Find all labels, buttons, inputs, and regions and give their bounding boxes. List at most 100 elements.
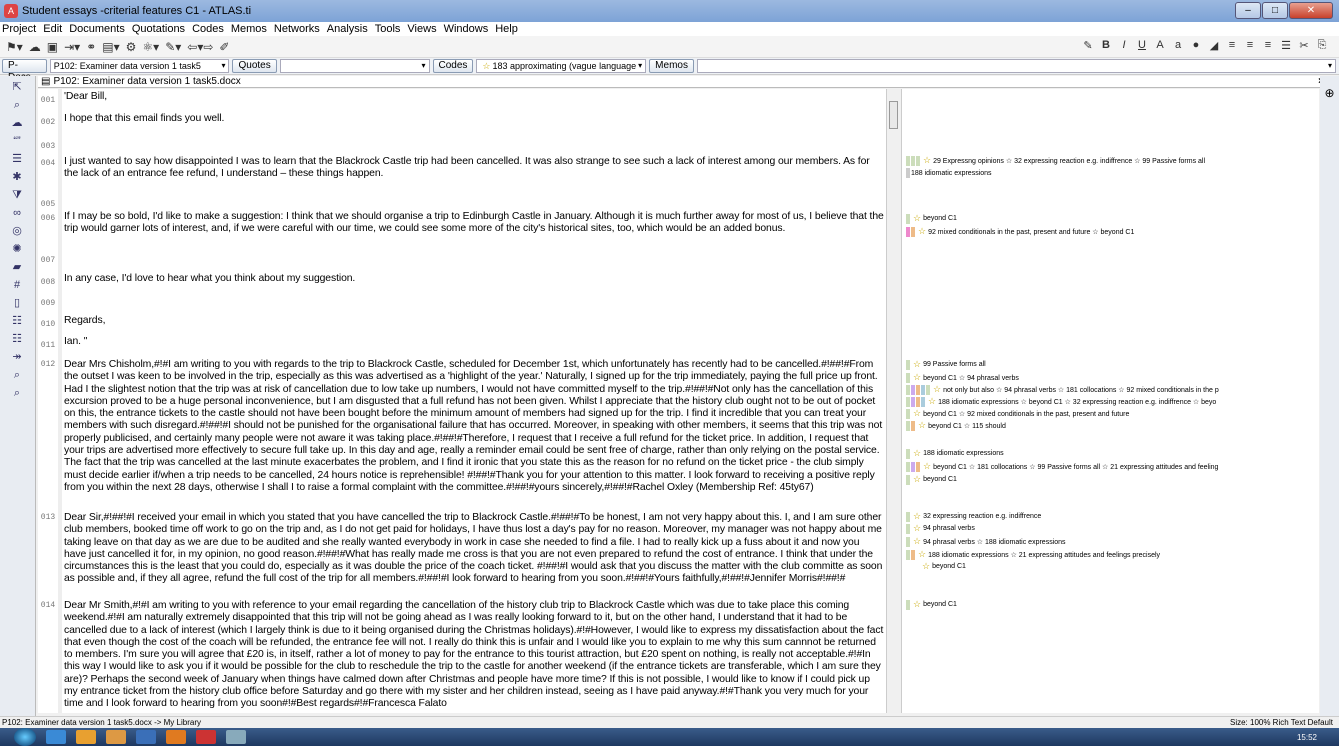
menu-quotations[interactable]: Quotations <box>132 23 185 35</box>
powerpoint-taskbar-icon[interactable] <box>166 730 186 744</box>
minimize-button[interactable]: – <box>1235 2 1261 19</box>
code-in-vivo-icon[interactable]: ✱ <box>10 170 24 184</box>
pdocs-button[interactable]: P-Docs <box>2 59 47 83</box>
brush-icon[interactable]: ✐ <box>219 40 229 54</box>
document-scrollbar[interactable] <box>886 89 900 713</box>
nav-arrows-icon[interactable]: ⇦▾⇨ <box>187 40 213 54</box>
code-label[interactable]: 188 idiomatic expressions <box>906 168 992 178</box>
code-label[interactable]: ☆ 29 Expressng opinions ☆ 32 expressing r… <box>906 155 1205 166</box>
arrow-icon[interactable]: ↠ <box>10 350 24 364</box>
zoom-in-icon[interactable]: ⌕ <box>10 368 24 382</box>
pen-icon[interactable]: ✎▾ <box>165 40 181 54</box>
code-label[interactable]: ☆ 32 expressing reaction e.g. indiffrence <box>906 511 1041 522</box>
code-label[interactable]: ☆ 188 idiomatic expressions ☆ 21 expressi… <box>906 549 1160 560</box>
menu-windows[interactable]: Windows <box>444 23 489 35</box>
highlight-icon[interactable]: ◢ <box>1205 39 1223 52</box>
underline-icon[interactable]: U <box>1133 39 1151 52</box>
code-label[interactable]: ☆ 94 phrasal verbs ☆ 188 idiomatic expres… <box>906 536 1066 547</box>
menu-help[interactable]: Help <box>495 23 518 35</box>
pdoc-dropdown[interactable]: P102: Examiner data version 1 task5 ▾ <box>49 59 230 73</box>
list-view-icon[interactable]: ☷ <box>10 314 24 328</box>
cut-icon[interactable]: ✂ <box>1295 39 1313 52</box>
code-dropdown[interactable]: ☆ 183 approximating (vague language ▾ <box>476 59 647 73</box>
new-code-icon[interactable]: ⚑▾ <box>6 40 23 54</box>
network-icon[interactable]: ⚛▾ <box>142 40 159 54</box>
code-label[interactable]: ☆ beyond C1 ☆ 181 collocations ☆ 99 Passi… <box>906 461 1218 472</box>
code-list-icon[interactable]: ☰ <box>10 152 24 166</box>
italic-icon[interactable]: I <box>1115 39 1133 52</box>
gear-icon[interactable]: ✺ <box>10 242 24 256</box>
code-label[interactable]: ☆ beyond C1 ☆ 115 should <box>906 420 1006 431</box>
pen-format-icon[interactable]: ✎ <box>1079 39 1097 52</box>
maximize-button[interactable]: □ <box>1262 2 1288 19</box>
code-label[interactable]: ☆ beyond C1 ☆ 92 mixed conditionals in th… <box>906 408 1129 419</box>
align-center-icon[interactable]: ≡ <box>1241 39 1259 52</box>
codes-button[interactable]: Codes <box>432 59 474 73</box>
page-icon[interactable]: ▯ <box>10 296 24 310</box>
chrome-taskbar-icon[interactable] <box>106 730 126 744</box>
app-taskbar-icon[interactable] <box>226 730 246 744</box>
scrollbar-thumb[interactable] <box>889 101 898 129</box>
zoom-out-icon[interactable]: ⌕ <box>10 386 24 400</box>
align-right-icon[interactable]: ≡ <box>1259 39 1277 52</box>
menu-edit[interactable]: Edit <box>43 23 62 35</box>
code-label[interactable]: ☆ beyond C1 <box>906 213 957 224</box>
code-label[interactable]: ☆ beyond C1 <box>906 599 957 610</box>
font-size-up-icon[interactable]: A <box>1151 39 1169 52</box>
menu-analysis[interactable]: Analysis <box>327 23 368 35</box>
menu-networks[interactable]: Networks <box>274 23 320 35</box>
document-view[interactable]: 001 'Dear Bill, 002 I hope that this email… <box>38 89 886 713</box>
font-size-down-icon[interactable]: a <box>1169 39 1187 52</box>
comment-icon[interactable]: ☁ <box>29 40 41 54</box>
flag-icon[interactable]: ▰ <box>10 260 24 274</box>
code-label[interactable]: ☆ beyond C1 ☆ 94 phrasal verbs <box>906 372 1019 383</box>
memos-dropdown[interactable]: ▾ <box>696 59 1336 73</box>
color-icon[interactable]: ● <box>1187 39 1205 52</box>
code-label[interactable]: ☆ not only but also ☆ 94 phrasal verbs ☆ … <box>906 384 1219 395</box>
code-tools-icon[interactable]: ⚙ <box>126 40 137 54</box>
code-label[interactable]: ☆ 188 idiomatic expressions ☆ beyond C1 ☆… <box>906 396 1216 407</box>
code-label[interactable]: ☆ 92 mixed conditionals in the past, pres… <box>906 226 1134 237</box>
target-icon[interactable]: ◎ <box>10 224 24 238</box>
save-icon[interactable]: ▣ <box>47 40 58 54</box>
list-view-2-icon[interactable]: ☷ <box>10 332 24 346</box>
menu-project[interactable]: Project <box>2 23 36 35</box>
code-label[interactable]: ☆ 94 phrasal verbs <box>906 523 975 534</box>
bold-icon[interactable]: B <box>1097 39 1115 52</box>
menu-tools[interactable]: Tools <box>375 23 401 35</box>
line-numbers-icon[interactable]: # <box>10 278 24 292</box>
list-icon[interactable]: ☰ <box>1277 39 1295 52</box>
link-icon[interactable]: ∞ <box>10 206 24 220</box>
filter-icon[interactable]: ⧩ <box>10 188 24 202</box>
menu-views[interactable]: Views <box>407 23 436 35</box>
menu-documents[interactable]: Documents <box>69 23 125 35</box>
document-tab[interactable]: ▤ P102: Examiner data version 1 task5.do… <box>38 76 1328 88</box>
comment-tool-icon[interactable]: ☁ <box>10 116 24 130</box>
menu-memos[interactable]: Memos <box>231 23 267 35</box>
select-tool-icon[interactable]: ⇱ <box>10 80 24 94</box>
align-left-icon[interactable]: ≡ <box>1223 39 1241 52</box>
code-label[interactable]: ☆ 99 Passive forms all <box>906 359 986 370</box>
assign-icon[interactable]: ⇥▾ <box>64 40 80 54</box>
code-label[interactable]: ☆ 188 idiomatic expressions <box>906 448 1004 459</box>
folder-icon[interactable]: ▤▾ <box>102 40 119 54</box>
copy-icon[interactable]: ⎘ <box>1313 39 1331 52</box>
quotes-button[interactable]: Quotes <box>232 59 277 73</box>
memos-button[interactable]: Memos <box>649 59 694 73</box>
clock[interactable]: 15:52 <box>1297 733 1317 742</box>
ie-taskbar-icon[interactable] <box>46 730 66 744</box>
quote-icon[interactable]: “” <box>10 134 24 148</box>
atlas-taskbar-icon[interactable] <box>196 730 216 744</box>
add-icon[interactable]: ⊕ <box>1320 86 1339 100</box>
menu-codes[interactable]: Codes <box>192 23 224 35</box>
word-taskbar-icon[interactable] <box>136 730 156 744</box>
quotes-dropdown[interactable]: ▾ <box>279 59 430 73</box>
binoculars-icon[interactable]: ⚭ <box>86 40 96 54</box>
explorer-taskbar-icon[interactable] <box>76 730 96 744</box>
zoom-icon[interactable]: ⌕ <box>10 98 24 112</box>
code-margin-area[interactable]: ☆ 29 Expressng opinions ☆ 32 expressing r… <box>901 89 1319 713</box>
start-button[interactable] <box>14 728 36 746</box>
code-label[interactable]: ☆ beyond C1 <box>920 561 966 572</box>
close-window-button[interactable]: ✕ <box>1289 2 1333 19</box>
code-label[interactable]: ☆ beyond C1 <box>906 474 957 485</box>
